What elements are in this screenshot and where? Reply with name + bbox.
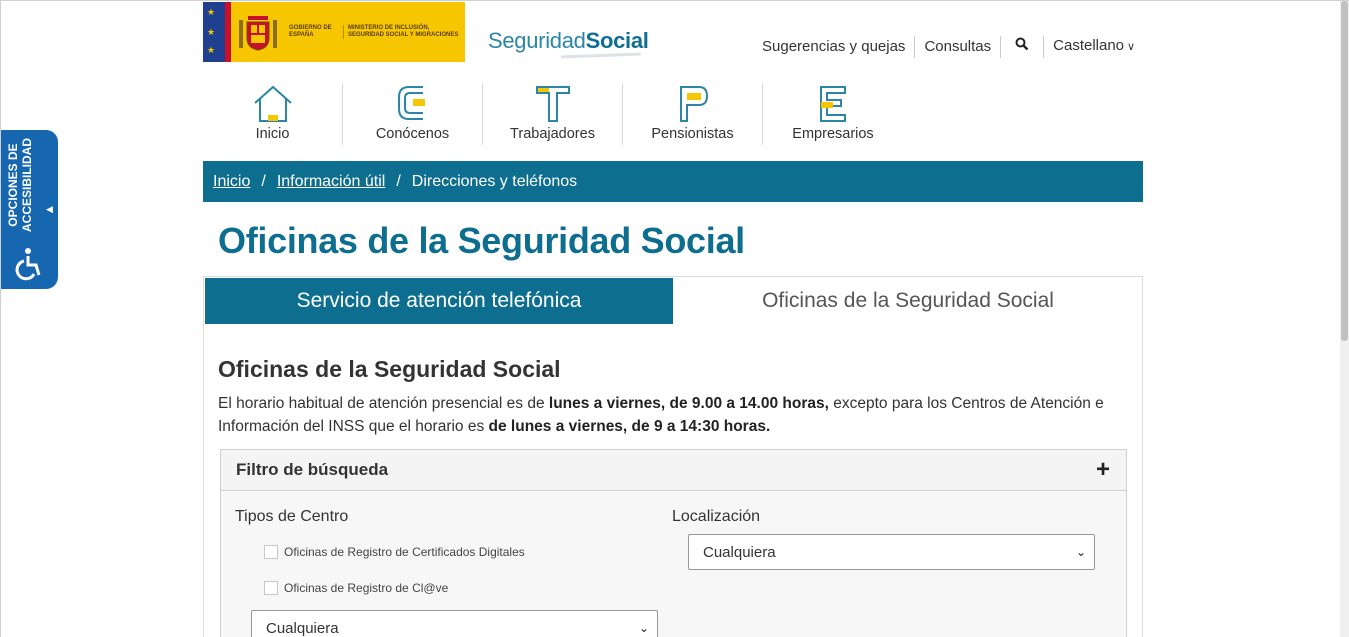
- page-title: Oficinas de la Seguridad Social: [218, 220, 745, 261]
- home-icon: [253, 85, 292, 122]
- tipo-select[interactable]: Cualquiera ⌄: [251, 610, 658, 637]
- tab-atencion-telefonica[interactable]: Servicio de atención telefónica: [205, 278, 673, 324]
- breadcrumb: Inicio / Información útil / Direcciones …: [203, 161, 1143, 202]
- gov-line1: Gobierno de España: [289, 25, 332, 38]
- breadcrumb-inicio[interactable]: Inicio: [213, 173, 250, 191]
- filter-title: Filtro de búsqueda: [236, 460, 389, 479]
- section-title: Oficinas de la Seguridad Social: [218, 356, 561, 382]
- checkbox-label: Oficinas de Registro de Certificados Dig…: [284, 545, 525, 559]
- scrollbar-thumb[interactable]: [1341, 1, 1348, 341]
- seguridad-social-logo[interactable]: SeguridadSocial: [488, 28, 649, 54]
- accessibility-line1: OPCIONES DE: [6, 143, 20, 227]
- chevron-down-icon: ⌄: [1075, 545, 1086, 559]
- desc-bold-1: lunes a viernes, de 9.00 a 14.00 horas,: [548, 395, 829, 412]
- mainnav-conocenos[interactable]: Conócenos: [343, 83, 483, 145]
- breadcrumb-informacion-util[interactable]: Información útil: [277, 173, 386, 191]
- wheelchair-icon: [15, 248, 41, 281]
- mainnav-label: Inicio: [255, 126, 290, 142]
- localizacion-label: Localización: [672, 508, 761, 525]
- coat-of-arms-icon: [239, 16, 277, 51]
- desc-text-1: El horario habitual de atención presenci…: [218, 395, 549, 412]
- filter-header[interactable]: Filtro de búsqueda +: [221, 450, 1126, 491]
- checkbox-row-certificados[interactable]: Oficinas de Registro de Certificados Dig…: [264, 545, 525, 559]
- search-icon[interactable]: [1001, 35, 1045, 58]
- letter-p-icon: [679, 86, 708, 122]
- topnav-consultas[interactable]: Consultas: [915, 35, 1002, 58]
- tipos-centro-label: Tipos de Centro: [235, 508, 349, 525]
- main-nav: Inicio Conócenos Trabajadores Pensionist…: [203, 83, 903, 145]
- mainnav-label: Trabajadores: [510, 126, 595, 142]
- accessibility-label: OPCIONES DE ACCESIBILIDAD: [6, 130, 34, 240]
- checkbox-clave[interactable]: [264, 581, 278, 595]
- checkbox-certificados[interactable]: [264, 545, 278, 559]
- accessibility-options-button[interactable]: OPCIONES DE ACCESIBILIDAD ◀: [1, 130, 58, 289]
- topnav-sugerencias[interactable]: Sugerencias y quejas: [753, 35, 916, 58]
- expand-plus-icon[interactable]: +: [1096, 458, 1110, 482]
- flag-stripe: [225, 2, 231, 62]
- mainnav-inicio[interactable]: Inicio: [203, 83, 343, 145]
- localizacion-select[interactable]: Cualquiera ⌄: [688, 534, 1095, 570]
- mainnav-empresarios[interactable]: Empresarios: [763, 83, 903, 145]
- mainnav-trabajadores[interactable]: Trabajadores: [483, 83, 623, 145]
- checkbox-label: Oficinas de Registro de Cl@ve: [284, 581, 449, 595]
- language-select[interactable]: Castellano ∨: [1044, 35, 1144, 58]
- breadcrumb-current: Direcciones y teléfonos: [411, 172, 578, 190]
- accessibility-line2: ACCESIBILIDAD: [20, 138, 34, 233]
- schedule-description: El horario habitual de atención presenci…: [218, 392, 1133, 438]
- government-logo[interactable]: ★ ★ ★ Gobierno de España Ministerio de I…: [203, 2, 465, 62]
- letter-e-icon: [820, 86, 846, 122]
- language-label: Castellano: [1053, 37, 1125, 54]
- breadcrumb-separator: /: [396, 172, 401, 190]
- mainnav-label: Conócenos: [375, 126, 450, 142]
- breadcrumb-separator: /: [261, 172, 266, 190]
- tab-oficinas[interactable]: Oficinas de la Seguridad Social: [674, 278, 1142, 324]
- chevron-down-icon: ∨: [1127, 41, 1136, 53]
- letter-t-icon: [535, 86, 570, 122]
- chevron-down-icon: ⌄: [638, 621, 649, 635]
- top-nav: Sugerencias y quejas Consultas Castellan…: [753, 35, 1144, 58]
- page-scrollbar[interactable]: [1340, 1, 1349, 637]
- caret-left-icon: ◀: [46, 204, 53, 214]
- desc-bold-2: de lunes a viernes, de 9 a 14:30 horas.: [488, 418, 771, 435]
- mainnav-label: Pensionistas: [651, 126, 734, 142]
- ministry-name: Ministerio de Inclusión, Seguridad Socia…: [343, 25, 463, 39]
- mainnav-label: Empresarios: [792, 126, 874, 142]
- select-value: Cualquiera: [703, 543, 776, 561]
- eu-flag-icon: ★ ★ ★: [203, 2, 225, 62]
- brand-light: Seguridad: [488, 28, 586, 53]
- select-value: Cualquiera: [266, 619, 339, 637]
- mainnav-pensionistas[interactable]: Pensionistas: [623, 83, 763, 145]
- brand-bold: Social: [585, 28, 649, 53]
- letter-c-icon: [397, 86, 425, 120]
- checkbox-row-clave[interactable]: Oficinas de Registro de Cl@ve: [264, 581, 448, 595]
